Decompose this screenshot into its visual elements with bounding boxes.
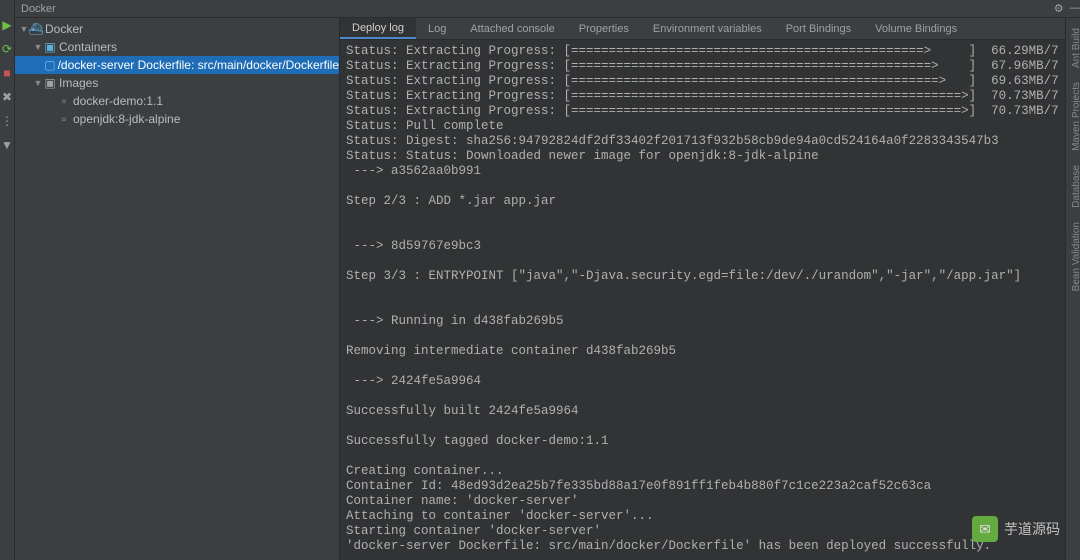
tree-node-docker[interactable]: ▼ ⛴ Docker — [15, 20, 339, 38]
detail-tabs: Deploy log Log Attached console Properti… — [340, 18, 1065, 40]
docker-icon: ⛴ — [29, 22, 43, 36]
folder-icon: ▣ — [43, 76, 57, 90]
tree-node-image[interactable]: ▫ docker-demo:1.1 — [15, 92, 339, 110]
stop-icon[interactable]: ■ — [0, 66, 14, 80]
close-icon[interactable]: ✖ — [0, 90, 14, 104]
main-area: Docker ⚙ — ▼ ⛴ Docker ▼ ▣ Containers — [15, 0, 1080, 560]
tree-node-containers[interactable]: ▼ ▣ Containers — [15, 38, 339, 56]
tab-attached-console[interactable]: Attached console — [458, 18, 566, 39]
tree-node-images[interactable]: ▼ ▣ Images — [15, 74, 339, 92]
right-tab-ant-build[interactable]: Ant Build — [1071, 28, 1080, 68]
chevron-down-icon: ▼ — [33, 78, 43, 88]
tab-env-vars[interactable]: Environment variables — [641, 18, 774, 39]
deploy-log-output[interactable]: Status: Extracting Progress: [==========… — [340, 40, 1065, 560]
toolwindow-title: Docker — [21, 3, 56, 15]
tab-log[interactable]: Log — [416, 18, 458, 39]
tree-label: /docker-server Dockerfile: src/main/dock… — [58, 58, 339, 72]
container-running-icon: ▢ — [44, 58, 55, 72]
services-tree[interactable]: ▼ ⛴ Docker ▼ ▣ Containers ▢ /docker-serv… — [15, 18, 340, 560]
minimize-icon[interactable]: — — [1070, 2, 1080, 15]
left-tool-gutter: ▶ ⟳ ■ ✖ ⋮ ▼ — [0, 0, 15, 560]
folder-icon: ▣ — [43, 40, 57, 54]
tree-label: openjdk:8-jdk-alpine — [73, 112, 180, 126]
image-icon: ▫ — [57, 112, 71, 126]
tree-node-container-selected[interactable]: ▢ /docker-server Dockerfile: src/main/do… — [15, 56, 339, 74]
right-tool-gutter: Ant Build Maven Projects Database Bean V… — [1065, 18, 1080, 560]
tab-deploy-log[interactable]: Deploy log — [340, 18, 416, 39]
chevron-down-icon: ▼ — [33, 42, 43, 52]
run-icon[interactable]: ▶ — [0, 18, 14, 32]
right-tab-maven[interactable]: Maven Projects — [1071, 82, 1080, 151]
toolwindow-title-bar: Docker ⚙ — — [15, 0, 1080, 18]
image-icon: ▫ — [57, 94, 71, 108]
tree-label: Docker — [45, 22, 83, 36]
right-tab-database[interactable]: Database — [1071, 165, 1080, 208]
more-icon[interactable]: ⋮ — [0, 114, 14, 128]
tree-label: Containers — [59, 40, 117, 54]
right-tab-bean-validation[interactable]: Bean Validation — [1071, 222, 1080, 291]
tree-label: docker-demo:1.1 — [73, 94, 163, 108]
tab-properties[interactable]: Properties — [567, 18, 641, 39]
tab-volume-bindings[interactable]: Volume Bindings — [863, 18, 969, 39]
tree-node-image[interactable]: ▫ openjdk:8-jdk-alpine — [15, 110, 339, 128]
tree-label: Images — [59, 76, 98, 90]
gear-icon[interactable]: ⚙ — [1054, 2, 1064, 15]
filter-icon[interactable]: ▼ — [0, 138, 14, 152]
log-panel: Deploy log Log Attached console Properti… — [340, 18, 1065, 560]
tab-port-bindings[interactable]: Port Bindings — [774, 18, 863, 39]
refresh-icon[interactable]: ⟳ — [0, 42, 14, 56]
